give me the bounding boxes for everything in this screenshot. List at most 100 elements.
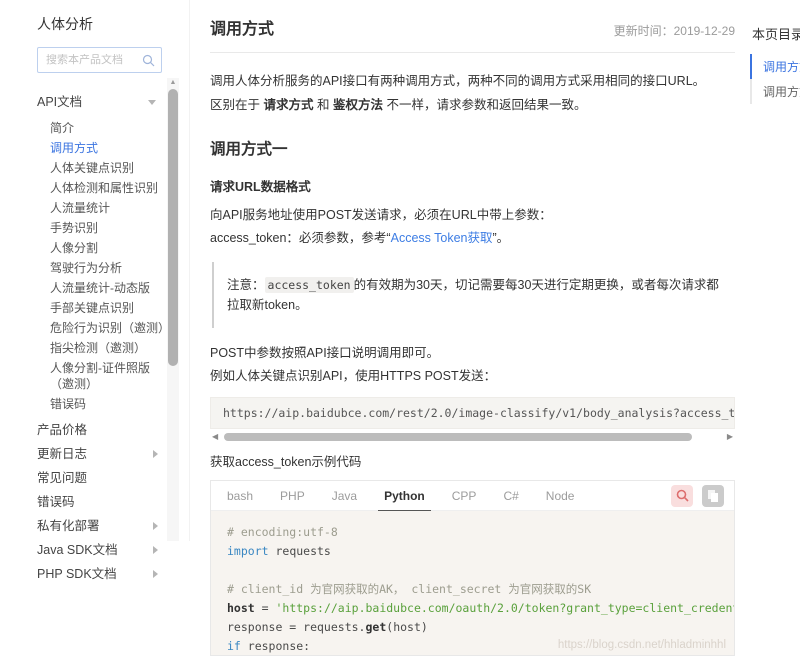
paragraph-access-token: access_token：必须参数，参考“Access Token获取”。 [210, 228, 735, 249]
chevron-right-icon [153, 546, 158, 554]
code-sample-panel: bash PHP Java Python CPP C# Node [210, 480, 735, 656]
sidebar-scrollbar[interactable]: ▲ [167, 78, 179, 541]
sidebar-item-label: 产品价格 [37, 423, 87, 437]
sidebar-item-label: 私有化部署 [37, 519, 100, 533]
access-token-link[interactable]: Access Token获取 [391, 231, 493, 245]
horizontal-scrollbar-thumb[interactable] [224, 433, 692, 441]
section-title-method-one: 调用方式一 [210, 137, 735, 159]
sidebar-item-label: 常见问题 [37, 471, 87, 485]
toc-title: 本页目录 [752, 24, 800, 43]
tab-bash[interactable]: bash [225, 481, 255, 511]
search-box[interactable] [37, 47, 162, 73]
scroll-up-icon[interactable]: ▲ [167, 78, 179, 88]
tab-cpp[interactable]: CPP [450, 481, 479, 511]
sidebar-item-fingertip[interactable]: 指尖检测（邀测） [0, 338, 189, 358]
sidebar-item-hand-keypoints[interactable]: 手部关键点识别 [0, 298, 189, 318]
sidebar-item-body-keypoints[interactable]: 人体关键点识别 [0, 158, 189, 178]
search-input[interactable] [46, 54, 142, 66]
sidebar-item-gesture[interactable]: 手势识别 [0, 218, 189, 238]
sidebar-item-php-sdk[interactable]: PHP SDK文档 [0, 562, 189, 586]
chevron-down-icon [148, 100, 156, 105]
sidebar-item-invoke-method[interactable]: 调用方式 [0, 138, 189, 158]
toc-item-method-two[interactable]: 调用方式二 [750, 79, 800, 104]
search-icon [142, 54, 155, 67]
text: 不一样，请求参数和返回结果一致。 [383, 98, 586, 112]
sidebar-group-api-docs[interactable]: API文档 [0, 90, 189, 114]
chevron-right-icon [153, 522, 158, 530]
main-content: 调用方式 更新时间：2019-12-29 调用人体分析服务的API接口有两种调用… [210, 0, 735, 656]
paragraph-post-request: 向API服务地址使用POST发送请求，必须在URL中带上参数： [210, 205, 735, 226]
text: 区别在于 [210, 98, 263, 112]
chevron-right-icon [153, 570, 158, 578]
page-title: 调用方式 [210, 15, 274, 39]
text: ”。 [493, 231, 510, 245]
sidebar-item-driver-behavior[interactable]: 驾驶行为分析 [0, 258, 189, 278]
sidebar-item-crowd-count[interactable]: 人流量统计 [0, 198, 189, 218]
sidebar-item-faq[interactable]: 常见问题 [0, 466, 189, 490]
sidebar-group-label: API文档 [37, 95, 82, 109]
sidebar-item-idphoto-seg[interactable]: 人像分割-证件照版（邀测） [0, 358, 189, 394]
tab-csharp[interactable]: C# [501, 481, 520, 511]
sidebar-item-error-codes[interactable]: 错误码 [0, 490, 189, 514]
note-label: 注意： [227, 278, 265, 292]
toc-item-method-one[interactable]: 调用方式一 [750, 54, 800, 79]
updated-time: 更新时间：2019-12-29 [614, 22, 735, 39]
sidebar-item-label: Java SDK文档 [37, 543, 118, 557]
subsection-title-url-format: 请求URL数据格式 [210, 176, 735, 195]
sidebar-item-intro[interactable]: 简介 [0, 118, 189, 138]
tab-php[interactable]: PHP [278, 481, 307, 511]
code-search-button[interactable] [671, 485, 693, 507]
search-icon [676, 489, 689, 502]
copy-code-button[interactable] [702, 485, 724, 507]
text: 和 [314, 98, 333, 112]
horizontal-scrollbar[interactable]: ◀ ▶ [210, 431, 735, 443]
scroll-left-icon[interactable]: ◀ [212, 432, 218, 442]
scroll-right-icon[interactable]: ▶ [727, 432, 733, 442]
sidebar-item-java-sdk[interactable]: Java SDK文档 [0, 538, 189, 562]
code-toolbar [671, 485, 724, 507]
sidebar-item-private-deploy[interactable]: 私有化部署 [0, 514, 189, 538]
code-editor[interactable]: # encoding:utf-8import requests # client… [211, 511, 734, 656]
paragraph-sample-code: 获取access_token示例代码 [210, 452, 735, 473]
sidebar-item-crowd-dynamic[interactable]: 人流量统计-动态版 [0, 278, 189, 298]
sidebar-item-label: PHP SDK文档 [37, 567, 117, 581]
bold-auth-method: 鉴权方法 [333, 98, 383, 112]
title-divider [210, 52, 735, 53]
url-code-block: https://aip.baidubce.com/rest/2.0/image-… [210, 397, 735, 429]
sidebar-item-label: 更新日志 [37, 447, 87, 461]
intro-paragraph-2: 区别在于 请求方式 和 鉴权方法 不一样，请求参数和返回结果一致。 [210, 95, 735, 116]
sidebar-nav: API文档 简介 调用方式 人体关键点识别 人体检测和属性识别 人流量统计 手势… [0, 90, 189, 586]
tab-python[interactable]: Python [382, 481, 427, 511]
sidebar-item-body-detect[interactable]: 人体检测和属性识别 [0, 178, 189, 198]
chevron-right-icon [153, 450, 158, 458]
product-title: 人体分析 [37, 14, 189, 34]
inline-code-access-token: access_token [265, 277, 354, 293]
code-language-tabs: bash PHP Java Python CPP C# Node [211, 481, 734, 511]
sidebar-top-items: 产品价格 更新日志 常见问题 错误码 私有化部署 Java SDK文档 PHP … [0, 418, 189, 586]
sidebar-item-label: 错误码 [37, 495, 75, 509]
sidebar-item-danger-behavior[interactable]: 危险行为识别（邀测） [0, 318, 189, 338]
copy-icon [707, 489, 719, 503]
sidebar-item-pricing[interactable]: 产品价格 [0, 418, 189, 442]
tab-java[interactable]: Java [330, 481, 359, 511]
updated-date: 2019-12-29 [674, 24, 735, 38]
paragraph-post-params: POST中参数按照API接口说明调用即可。 [210, 343, 735, 364]
updated-label: 更新时间： [614, 24, 674, 38]
code-lines: # encoding:utf-8import requests # client… [227, 523, 734, 656]
sidebar-item-error-code[interactable]: 错误码 [0, 394, 189, 414]
note-block: 注意：access_token的有效期为30天，切记需要每30天进行定期更换，或… [212, 262, 735, 328]
bold-request-method: 请求方式 [263, 98, 313, 112]
sidebar-item-changelog[interactable]: 更新日志 [0, 442, 189, 466]
watermark: https://blog.csdn.net/hhladminhhl [558, 639, 726, 651]
sidebar: 人体分析 API文档 简介 调用方式 人体关键点识别 人体检测和属性识别 人流量… [0, 0, 190, 541]
tab-node[interactable]: Node [544, 481, 577, 511]
text: access_token：必须参数，参考“ [210, 231, 391, 245]
sidebar-item-portrait-seg[interactable]: 人像分割 [0, 238, 189, 258]
paragraph-example: 例如人体关键点识别API，使用HTTPS POST发送： [210, 366, 735, 387]
intro-paragraph-1: 调用人体分析服务的API接口有两种调用方式，两种不同的调用方式采用相同的接口UR… [210, 71, 735, 92]
toc-list: 调用方式一 调用方式二 [750, 54, 800, 104]
sidebar-group-children: 简介 调用方式 人体关键点识别 人体检测和属性识别 人流量统计 手势识别 人像分… [0, 118, 189, 414]
page-header: 调用方式 更新时间：2019-12-29 [210, 0, 735, 39]
sidebar-scrollbar-thumb[interactable] [168, 89, 178, 366]
page-toc: 本页目录 调用方式一 调用方式二 [750, 0, 800, 104]
